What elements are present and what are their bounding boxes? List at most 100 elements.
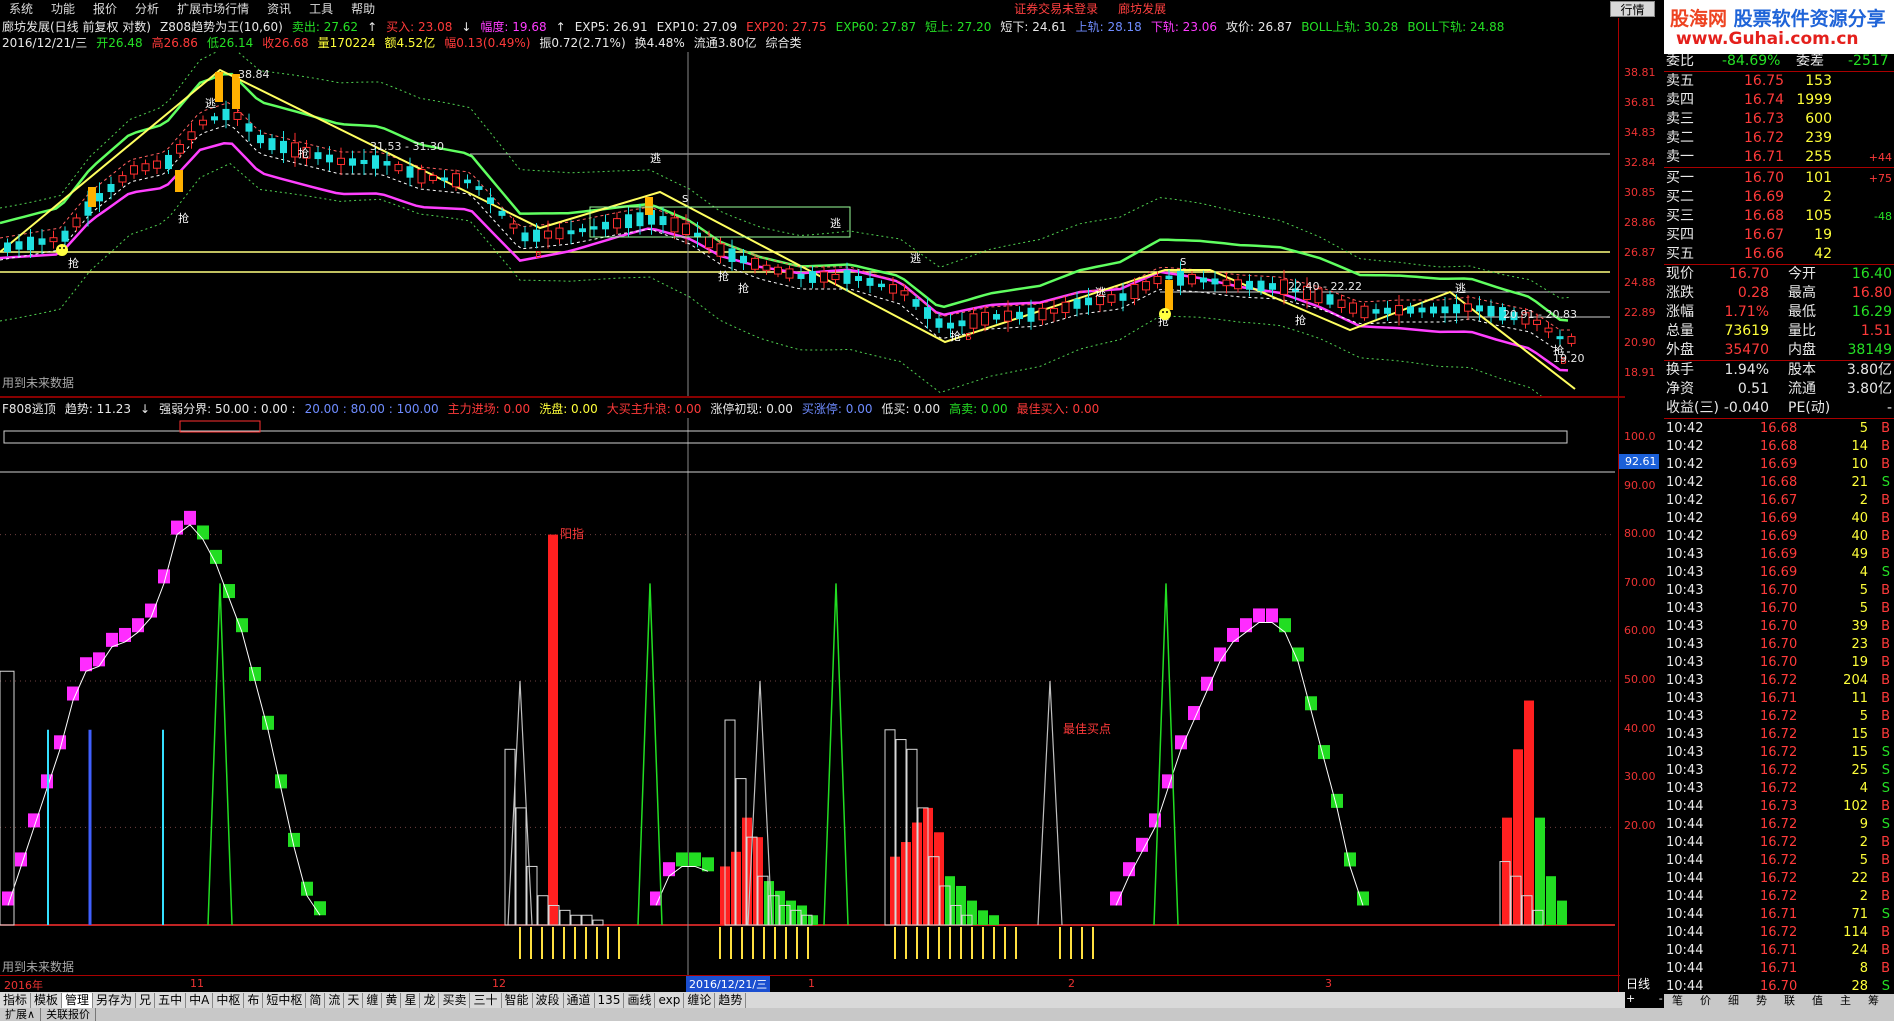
candle — [268, 134, 276, 155]
order-book-row[interactable]: 卖四 16.74 1999 — [1664, 91, 1894, 110]
level-label: 买五 — [1666, 246, 1694, 262]
indicator-tab[interactable]: 中A — [186, 992, 214, 1008]
indicator-tab[interactable]: 模板 — [31, 992, 63, 1008]
candle — [1107, 290, 1116, 307]
quote-panel-tab[interactable]: 势 — [1756, 994, 1767, 1008]
level-change: +75 — [1868, 172, 1892, 185]
level-label: 卖二 — [1666, 130, 1694, 146]
market-quote-button[interactable]: 行情 — [1610, 1, 1655, 17]
indicator-tab[interactable]: 布 — [244, 992, 264, 1008]
indicator-tab[interactable]: 简 — [306, 992, 326, 1008]
tick-volume: 4 — [1859, 565, 1868, 580]
indicator-tab[interactable]: 指标 — [0, 992, 32, 1008]
tick-price: 16.71 — [1760, 961, 1798, 976]
menu-item[interactable]: 报价 — [84, 0, 126, 18]
indicator-tab[interactable]: 缠论 — [684, 992, 716, 1008]
tick-time: 10:42 — [1666, 529, 1704, 544]
indicator-tab[interactable]: 缠 — [363, 992, 383, 1008]
menu-item[interactable]: 系统 — [0, 0, 42, 18]
logo-brand: 股海网 — [1670, 8, 1728, 30]
menu-item[interactable]: 帮助 — [342, 0, 384, 18]
tick-price: 16.71 — [1760, 691, 1798, 706]
order-book-row[interactable]: 买三 16.68 105 -48 — [1664, 207, 1894, 226]
tick-side: S — [1881, 781, 1890, 796]
price-tick: 36.81 — [1624, 96, 1656, 109]
pane-divider[interactable] — [0, 396, 1625, 398]
level-price: 16.70 — [1744, 170, 1785, 186]
candle — [878, 280, 885, 291]
indicator-tab[interactable]: 兄 — [136, 992, 156, 1008]
quote-panel-tab[interactable]: 筹 — [1868, 994, 1879, 1008]
order-book-row[interactable]: 买二 16.69 2 — [1664, 188, 1894, 207]
indicator-tab[interactable]: 画线 — [624, 992, 656, 1008]
menu-item[interactable]: 功能 — [42, 0, 84, 18]
indicator-tab[interactable]: 天 — [344, 992, 364, 1008]
indicator-tab[interactable]: 管理 — [62, 992, 94, 1008]
tick-time: 10:44 — [1666, 925, 1704, 940]
indicator-tab[interactable]: 另存为 — [93, 992, 137, 1008]
level-volume: 255 — [1805, 149, 1832, 165]
indicator-tab[interactable]: 趋势 — [715, 992, 747, 1008]
period-label[interactable]: 日线 — [1626, 975, 1650, 992]
candle — [1246, 274, 1253, 297]
expand-toggle[interactable]: 扩展∧ — [0, 1008, 42, 1021]
order-book-row[interactable]: 卖五 16.75 153 — [1664, 72, 1894, 91]
order-book-row[interactable]: 买四 16.67 19 — [1664, 226, 1894, 245]
tick-time: 10:44 — [1666, 943, 1704, 958]
indicator-tab[interactable]: 星 — [401, 992, 421, 1008]
candle — [257, 129, 264, 149]
stat-label: 涨跌 — [1666, 285, 1694, 301]
info-item: EXP5: 26.91 — [574, 20, 648, 34]
tick-price: 16.72 — [1760, 709, 1798, 724]
indicator-tab[interactable]: 波段 — [533, 992, 564, 1008]
indicator-tab[interactable]: 中枢 — [213, 992, 245, 1008]
quote-panel-tab[interactable]: 笔 — [1672, 994, 1683, 1008]
order-book-row[interactable]: 卖一 16.71 255 +44 — [1664, 148, 1894, 167]
tick-side: B — [1881, 871, 1890, 886]
indicator-tab[interactable]: exp — [655, 992, 685, 1008]
menu-item[interactable]: 扩展市场行情 — [168, 0, 258, 18]
indicator-tab[interactable]: 三十 — [470, 992, 502, 1008]
indicator-tab[interactable]: 五中 — [155, 992, 187, 1008]
indicator-tab[interactable]: 135 — [595, 992, 625, 1008]
indicator-tab[interactable]: 短中枢 — [263, 992, 307, 1008]
indicator-chart[interactable] — [0, 418, 1620, 975]
indicator-tab[interactable]: 买卖 — [439, 992, 471, 1008]
tick-price: 16.72 — [1760, 727, 1798, 742]
tick-row: 10:42 16.68 5 B — [1664, 420, 1894, 438]
stat-value: 16.29 — [1851, 304, 1892, 320]
quote-panel-tab[interactable]: 主 — [1840, 994, 1851, 1008]
tick-side: B — [1881, 961, 1890, 976]
menu-item[interactable]: 分析 — [126, 0, 168, 18]
indicator-tab[interactable]: 龙 — [420, 992, 440, 1008]
quote-panel-tab[interactable]: 值 — [1812, 994, 1823, 1008]
candle — [1349, 298, 1357, 318]
escape-signal-label: 逃 — [910, 252, 921, 265]
indicator-tab[interactable]: 通道 — [564, 992, 595, 1008]
quote-panel-tab[interactable]: 联 — [1784, 994, 1795, 1008]
related-quote-link[interactable]: 关联报价 — [41, 1008, 97, 1021]
indicator-tab[interactable]: 黄 — [382, 992, 402, 1008]
tick-volume: 2 — [1859, 835, 1868, 850]
stat-label: PE(动) — [1788, 400, 1831, 416]
tick-row: 10:43 16.70 23 B — [1664, 636, 1894, 654]
tick-side: B — [1881, 691, 1890, 706]
order-book-row[interactable]: 买五 16.66 42 — [1664, 245, 1894, 264]
tick-price: 16.69 — [1760, 511, 1798, 526]
tick-price: 16.69 — [1760, 547, 1798, 562]
candle — [1487, 299, 1495, 323]
quote-panel-tab[interactable]: 细 — [1728, 994, 1739, 1008]
candle — [1073, 291, 1081, 317]
quote-panel-tab[interactable]: 价 — [1700, 994, 1711, 1008]
order-book-row[interactable]: 买一 16.70 101 +75 — [1664, 169, 1894, 188]
indicator-tab[interactable]: 智能 — [502, 992, 533, 1008]
menu-item[interactable]: 资讯 — [258, 0, 300, 18]
indicator-tab[interactable]: 流 — [325, 992, 345, 1008]
tick-volume: 10 — [1851, 457, 1868, 472]
order-book-row[interactable]: 卖二 16.72 239 — [1664, 129, 1894, 148]
tick-price: 16.72 — [1760, 745, 1798, 760]
order-book-row[interactable]: 卖三 16.73 600 — [1664, 110, 1894, 129]
tick-price: 16.68 — [1760, 475, 1798, 490]
candlestick-chart[interactable]: 抢抢抢抢抢抢抢 抢抢逃逃逃逃逃 逃BBBSS — [0, 52, 1620, 396]
menu-item[interactable]: 工具 — [300, 0, 342, 18]
